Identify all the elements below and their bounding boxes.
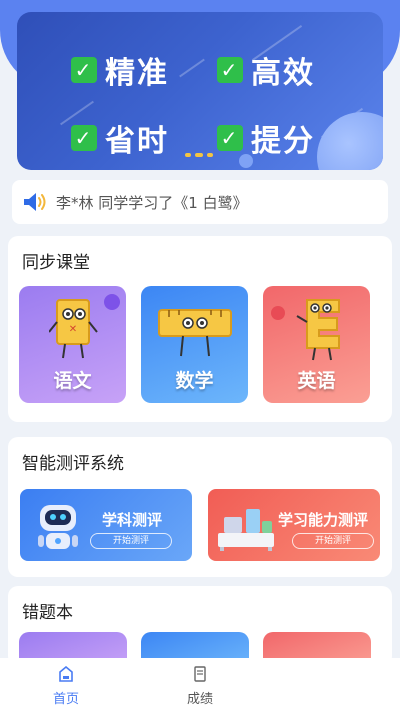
carousel-dot[interactable] bbox=[185, 153, 191, 157]
speaker-icon bbox=[20, 188, 48, 216]
slogan-efficient: ✓ 高效 bbox=[217, 48, 315, 92]
study-desk-icon bbox=[218, 509, 274, 551]
slogan-precise: ✓ 精准 bbox=[71, 48, 169, 92]
tab-home[interactable]: 首页 bbox=[16, 658, 116, 710]
subject-card-chinese[interactable]: ✕ 语文 bbox=[19, 286, 126, 403]
tab-grades[interactable]: 成绩 bbox=[150, 658, 250, 710]
notice-text: 李*林 同学学习了《1 白鹭》 bbox=[56, 193, 248, 212]
tab-label-home: 首页 bbox=[52, 692, 79, 707]
check-icon: ✓ bbox=[71, 125, 97, 151]
start-eval-button[interactable]: 开始测评 bbox=[292, 533, 374, 549]
ruler-mascot-icon bbox=[158, 309, 232, 357]
slogan-score-boost: ✓ 提分 bbox=[217, 116, 315, 160]
home-icon bbox=[59, 666, 73, 682]
section-title: 错题本 bbox=[22, 603, 73, 623]
dot-decoration bbox=[271, 306, 285, 320]
sync-class-section: 同步课堂 ✕ 语文 数学 英语 bbox=[8, 236, 392, 422]
dot-decoration bbox=[104, 294, 120, 310]
subject-label-chinese: 语文 bbox=[53, 370, 92, 392]
check-icon: ✓ bbox=[71, 57, 97, 83]
wrong-book-section: 错题本 bbox=[8, 586, 392, 668]
section-title: 同步课堂 bbox=[22, 253, 90, 273]
activity-notice-bar[interactable]: 李*林 同学学习了《1 白鹭》 bbox=[12, 180, 388, 224]
subject-label-english: 英语 bbox=[297, 370, 336, 392]
carousel-indicator[interactable] bbox=[185, 153, 213, 157]
smart-eval-section: 智能测评系统 学科测评 开始测评 学习能力测评 开始测评 bbox=[8, 437, 392, 577]
planet-decoration bbox=[317, 112, 383, 170]
subject-label-math: 数学 bbox=[175, 370, 214, 392]
promo-banner[interactable]: ✓ 精准 ✓ 高效 ✓ 省时 ✓ 提分 bbox=[17, 12, 383, 170]
bottom-tab-bar: 首页 成绩 bbox=[0, 658, 400, 710]
eval-title-ability: 学习能力测评 bbox=[278, 511, 369, 529]
grades-icon bbox=[194, 666, 206, 682]
eval-card-ability[interactable]: 学习能力测评 开始测评 bbox=[208, 489, 380, 561]
svg-text:✕: ✕ bbox=[69, 324, 77, 335]
robot-icon bbox=[38, 505, 78, 549]
eval-card-subject[interactable]: 学科测评 开始测评 bbox=[20, 489, 192, 561]
book-mascot-icon: ✕ bbox=[49, 299, 98, 359]
carousel-dot[interactable] bbox=[207, 153, 213, 157]
section-title: 智能测评系统 bbox=[22, 454, 124, 474]
letter-e-mascot-icon bbox=[296, 299, 340, 361]
start-eval-button[interactable]: 开始测评 bbox=[90, 533, 172, 549]
subject-card-math[interactable]: 数学 bbox=[141, 286, 248, 403]
check-icon: ✓ bbox=[217, 125, 243, 151]
eval-title-subject: 学科测评 bbox=[102, 511, 163, 529]
check-icon: ✓ bbox=[217, 57, 243, 83]
subject-card-english[interactable]: 英语 bbox=[263, 286, 370, 403]
tab-label-grades: 成绩 bbox=[186, 692, 213, 707]
carousel-dot-active[interactable] bbox=[195, 153, 203, 157]
banner-streak bbox=[179, 58, 205, 78]
slogan-time-saving: ✓ 省时 bbox=[71, 116, 169, 160]
